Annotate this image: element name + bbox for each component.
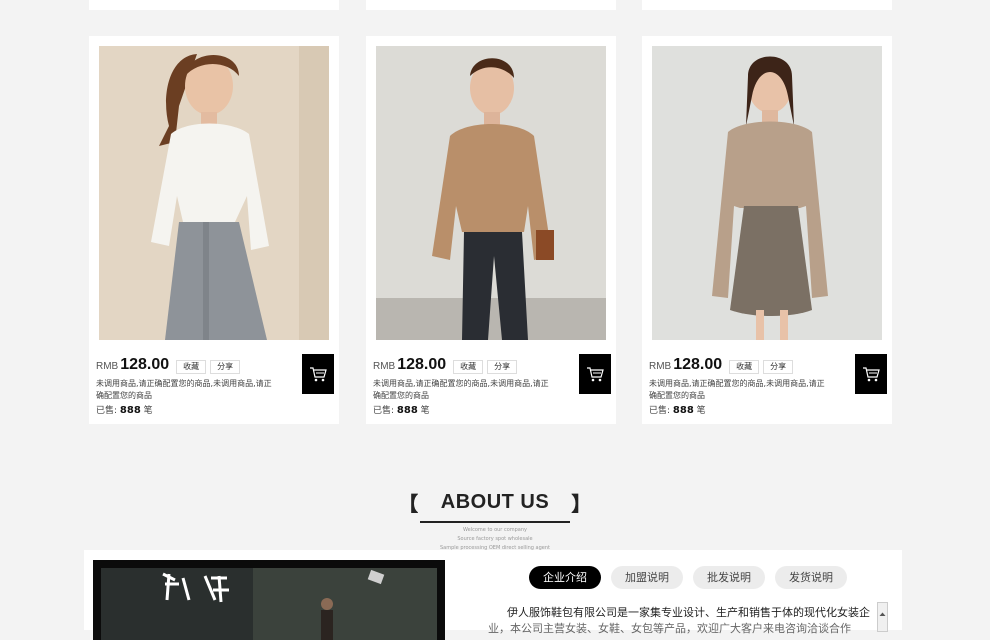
favorite-button[interactable]: 收藏: [176, 360, 207, 374]
product-description: 未调用商品,请正确配置您的商品,未调用商品,请正确配置您的商品: [373, 379, 549, 400]
tab-wholesale[interactable]: 批发说明: [693, 566, 765, 589]
cart-icon: [587, 367, 604, 382]
sold-unit: 笔: [420, 406, 430, 416]
sold-label: 已售:: [373, 406, 395, 416]
price-row: RMB 128.00 收藏 分享: [649, 356, 794, 374]
sold-number: 888: [672, 405, 694, 416]
add-to-cart-button[interactable]: [302, 354, 334, 394]
price-row: RMB 128.00 收藏 分享: [373, 356, 518, 374]
sold-count: 已售: 888 笔: [373, 403, 430, 416]
tab-shipping[interactable]: 发货说明: [775, 566, 847, 589]
sold-number: 888: [119, 405, 141, 416]
left-bracket: 【: [398, 494, 419, 516]
product-image[interactable]: [376, 46, 606, 340]
cart-icon: [310, 367, 327, 382]
product-card-top-edge: [366, 0, 616, 10]
company-video[interactable]: [93, 560, 445, 640]
sold-label: 已售:: [96, 406, 118, 416]
about-tabs: 企业介绍 加盟说明 批发说明 发货说明: [529, 566, 857, 589]
price-value: 128.00: [673, 356, 723, 373]
company-intro-text: 伊人服饰鞋包有限公司是一家集专业设计、生产和销售于体的现代化女装企: [507, 606, 870, 619]
intro-scrollbar[interactable]: [877, 602, 888, 632]
add-to-cart-button[interactable]: [579, 354, 611, 394]
price-row: RMB 128.00 收藏 分享: [96, 356, 241, 374]
price-value: 128.00: [397, 356, 447, 373]
about-section-heading: 【 ABOUT US 】 Welcome to our company Sour…: [0, 488, 990, 553]
about-subtitle-2: Source factory spot wholesale: [457, 536, 533, 542]
add-to-cart-button[interactable]: [855, 354, 887, 394]
sold-count: 已售: 888 笔: [649, 403, 706, 416]
currency-label: RMB: [649, 361, 672, 372]
scroll-up-icon[interactable]: [878, 610, 887, 618]
sold-number: 888: [396, 405, 418, 416]
sold-count: 已售: 888 笔: [96, 403, 153, 416]
about-content-box: 企业介绍 加盟说明 批发说明 发货说明 伊人服饰鞋包有限公司是一家集专业设计、生…: [84, 550, 902, 640]
product-card-top-edge: [89, 0, 339, 10]
share-button[interactable]: 分享: [763, 360, 794, 374]
tab-franchise[interactable]: 加盟说明: [611, 566, 683, 589]
product-image[interactable]: [652, 46, 882, 340]
sold-unit: 笔: [143, 406, 153, 416]
favorite-button[interactable]: 收藏: [729, 360, 760, 374]
share-button[interactable]: 分享: [210, 360, 241, 374]
product-card[interactable]: RMB 128.00 收藏 分享 未调用商品,请正确配置您的商品,未调用商品,请…: [366, 36, 616, 424]
sold-unit: 笔: [696, 406, 706, 416]
currency-label: RMB: [96, 361, 119, 372]
product-card-top-edge: [642, 0, 892, 10]
currency-label: RMB: [373, 361, 396, 372]
tab-company-intro[interactable]: 企业介绍: [529, 566, 601, 589]
product-image[interactable]: [99, 46, 329, 340]
about-title-row: 【 ABOUT US 】: [0, 488, 990, 517]
company-intro-text-2: 业，本公司主营女装、女鞋、女包等产品，欢迎广大客户来电咨询洽谈合作: [488, 622, 851, 635]
favorite-button[interactable]: 收藏: [453, 360, 484, 374]
about-title: ABOUT US: [440, 491, 550, 513]
product-card[interactable]: RMB 128.00 收藏 分享 未调用商品,请正确配置您的商品,未调用商品,请…: [642, 36, 892, 424]
product-description: 未调用商品,请正确配置您的商品,未调用商品,请正确配置您的商品: [649, 379, 825, 400]
cart-icon: [863, 367, 880, 382]
sold-label: 已售:: [649, 406, 671, 416]
share-button[interactable]: 分享: [487, 360, 518, 374]
about-subtitle-1: Welcome to our company: [463, 527, 527, 533]
right-bracket: 】: [571, 494, 592, 516]
product-description: 未调用商品,请正确配置您的商品,未调用商品,请正确配置您的商品: [96, 379, 272, 400]
product-card[interactable]: RMB 128.00 收藏 分享 未调用商品,请正确配置您的商品,未调用商品,请…: [89, 36, 339, 424]
title-underline: [420, 521, 570, 523]
price-value: 128.00: [120, 356, 170, 373]
